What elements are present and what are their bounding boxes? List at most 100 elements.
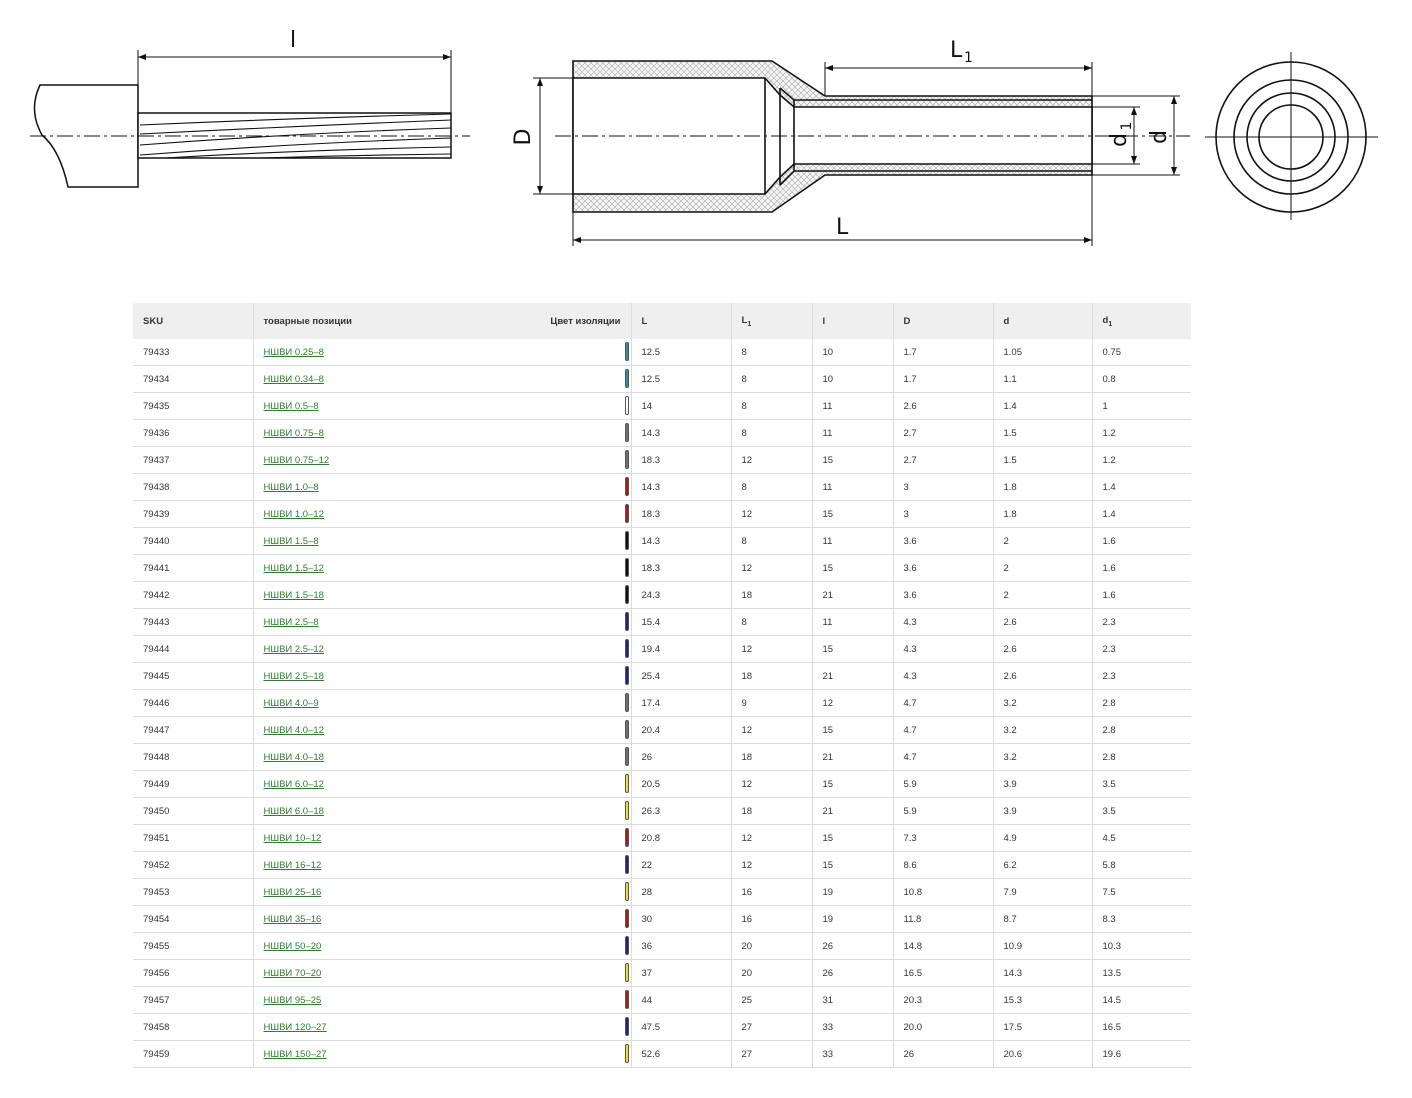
product-link[interactable]: НШВИ 4.0–12 [264,725,324,736]
cell-sku: 79444 [133,635,254,663]
cell-d: 2.6 [993,635,1093,663]
table-row: 79459 НШВИ 150–27 52.6 27 33 26 20.6 19.6 [133,1040,1191,1068]
cell-sku: 79439 [133,500,254,528]
product-link[interactable]: НШВИ 0.75–8 [264,428,324,439]
product-link[interactable]: НШВИ 120–27 [264,1022,327,1033]
cell-D: 4.3 [893,608,994,636]
cell-D: 3 [893,473,994,501]
cell-l: 15 [812,770,894,798]
product-name-cell: НШВИ 1.0–8 [253,473,632,501]
product-link[interactable]: НШВИ 16–12 [264,860,322,871]
cell-d: 1.4 [993,392,1093,420]
product-link[interactable]: НШВИ 4.0–9 [264,698,319,709]
header-name-label: товарные позиции [263,315,352,327]
insulation-color-swatch [624,477,629,496]
product-name-cell: НШВИ 6.0–18 [253,797,632,825]
cell-L: 20.4 [631,716,732,744]
cell-l: 19 [812,878,894,906]
cell-L: 37 [631,959,732,987]
product-name-cell: НШВИ 95–25 [253,986,632,1014]
cell-L1: 8 [731,473,813,501]
cell-sku: 79455 [133,932,254,960]
cell-l: 15 [812,500,894,528]
product-link[interactable]: НШВИ 70–20 [264,968,322,979]
outer-tube-diameter-label: d [1147,130,1172,144]
product-link[interactable]: НШВИ 0.5–8 [264,401,319,412]
cell-d1: 3.5 [1092,797,1191,825]
product-link[interactable]: НШВИ 25–16 [264,887,322,898]
cell-d1: 1.2 [1092,446,1191,474]
cell-l: 19 [812,905,894,933]
cell-L1: 12 [731,635,813,663]
cell-sku: 79442 [133,581,254,609]
cell-L: 14.3 [631,527,732,555]
cell-d: 1.05 [993,339,1093,366]
product-link[interactable]: НШВИ 95–25 [264,995,322,1006]
product-link[interactable]: НШВИ 10–12 [264,833,322,844]
product-name-cell: НШВИ 1.0–12 [253,500,632,528]
cell-sku: 79440 [133,527,254,555]
header-d1: d1 [1092,303,1191,339]
product-link[interactable]: НШВИ 2.5–8 [264,617,319,628]
product-link[interactable]: НШВИ 1.0–12 [264,509,324,520]
product-link[interactable]: НШВИ 50–20 [264,941,322,952]
product-name-cell: НШВИ 35–16 [253,905,632,933]
cell-d1: 19.6 [1092,1040,1191,1068]
product-link[interactable]: НШВИ 0.75–12 [264,455,330,466]
product-link[interactable]: НШВИ 0.34–8 [264,374,324,385]
cell-L1: 25 [731,986,813,1014]
cell-D: 14.8 [893,932,994,960]
insulation-color-swatch [624,693,629,712]
insulation-color-swatch [624,774,629,793]
product-link[interactable]: НШВИ 1.0–8 [264,482,319,493]
product-name-cell: НШВИ 0.5–8 [253,392,632,420]
product-link[interactable]: НШВИ 6.0–18 [264,806,324,817]
product-name-cell: НШВИ 1.5–18 [253,581,632,609]
cell-L1: 20 [731,959,813,987]
product-link[interactable]: НШВИ 35–16 [264,914,322,925]
cell-d: 1.8 [993,500,1093,528]
table-row: 79443 НШВИ 2.5–8 15.4 8 11 4.3 2.6 2.3 [133,608,1191,636]
cell-l: 11 [812,392,894,420]
product-link[interactable]: НШВИ 150–27 [264,1049,327,1060]
cell-L: 14.3 [631,419,732,447]
cell-L: 52.6 [631,1040,732,1068]
product-link[interactable]: НШВИ 1.5–12 [264,563,324,574]
cell-L: 30 [631,905,732,933]
product-name-cell: НШВИ 2.5–8 [253,608,632,636]
product-link[interactable]: НШВИ 4.0–18 [264,752,324,763]
product-name-cell: НШВИ 4.0–12 [253,716,632,744]
cell-d1: 13.5 [1092,959,1191,987]
insulation-color-swatch [624,1044,629,1063]
product-link[interactable]: НШВИ 1.5–8 [264,536,319,547]
product-link[interactable]: НШВИ 6.0–12 [264,779,324,790]
insulation-color-swatch [624,990,629,1009]
cell-d: 8.7 [993,905,1093,933]
cell-L1: 9 [731,689,813,717]
cell-d: 1.5 [993,446,1093,474]
cell-L: 22 [631,851,732,879]
header-L: L [631,303,732,339]
cell-sku: 79454 [133,905,254,933]
insulation-color-swatch [624,801,629,820]
product-name-cell: НШВИ 0.34–8 [253,365,632,393]
cell-sku: 79433 [133,339,254,366]
product-name-cell: НШВИ 0.75–12 [253,446,632,474]
cell-d1: 2.3 [1092,635,1191,663]
product-link[interactable]: НШВИ 2.5–18 [264,671,324,682]
cell-sku: 79441 [133,554,254,582]
cell-D: 1.7 [893,365,994,393]
product-name-cell: НШВИ 2.5–18 [253,662,632,690]
product-link[interactable]: НШВИ 0.25–8 [264,347,324,358]
table-row: 79450 НШВИ 6.0–18 26.3 18 21 5.9 3.9 3.5 [133,797,1191,825]
cell-l: 21 [812,581,894,609]
cell-sku: 79458 [133,1013,254,1041]
cell-D: 2.6 [893,392,994,420]
table-row: 79433 НШВИ 0.25–8 12.5 8 10 1.7 1.05 0.75 [133,339,1191,366]
cell-L1: 12 [731,770,813,798]
product-link[interactable]: НШВИ 1.5–18 [264,590,324,601]
cell-d1: 16.5 [1092,1013,1191,1041]
product-name-cell: НШВИ 0.25–8 [253,339,632,366]
product-link[interactable]: НШВИ 2.5–12 [264,644,324,655]
table-row: 79436 НШВИ 0.75–8 14.3 8 11 2.7 1.5 1.2 [133,419,1191,447]
